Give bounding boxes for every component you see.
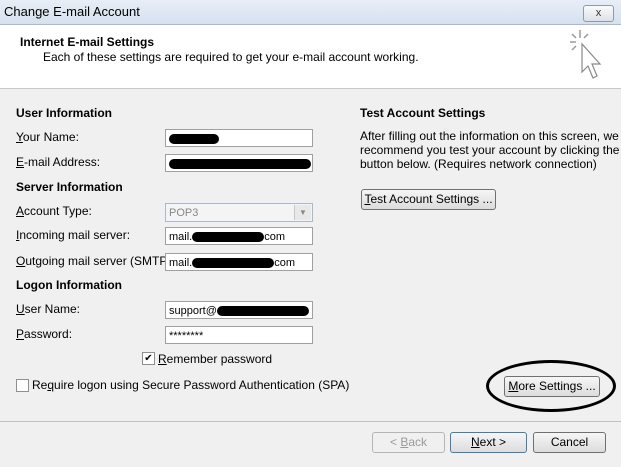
cancel-button[interactable]: Cancel (533, 432, 606, 453)
header-title: Internet E-mail Settings (20, 35, 155, 49)
server-info-heading: Server Information (16, 180, 123, 194)
footer-divider (0, 421, 621, 422)
test-account-settings-button[interactable]: Test Account Settings ... (361, 189, 496, 210)
password-label: Password: (16, 327, 73, 341)
title-bar: Change E-mail Account x (0, 0, 621, 25)
outgoing-server-label: Outgoing mail server (SMTP): (16, 254, 175, 268)
username-label: User Name: (16, 302, 81, 316)
test-settings-heading: Test Account Settings (360, 106, 486, 120)
username-field[interactable]: support@ (165, 301, 313, 319)
header-subtitle: Each of these settings are required to g… (43, 50, 419, 64)
window-title: Change E-mail Account (4, 4, 140, 19)
redaction-mark (169, 134, 219, 145)
header-panel: Internet E-mail Settings Each of these s… (0, 25, 621, 89)
close-button[interactable]: x (583, 5, 614, 22)
redaction-mark (216, 306, 309, 317)
redaction-mark (192, 232, 265, 243)
remember-password-checkbox[interactable]: ✔ (142, 352, 155, 365)
outgoing-server-field[interactable]: mail. com (165, 253, 313, 271)
account-type-label: Account Type: (16, 204, 92, 218)
password-field[interactable]: ******** (165, 326, 313, 344)
redaction-mark (169, 159, 311, 170)
next-button[interactable]: Next > (450, 432, 527, 453)
highlight-oval (486, 360, 616, 412)
cursor-sparkle-icon (570, 30, 602, 79)
user-info-heading: User Information (16, 106, 113, 120)
spa-label: Require logon using Secure Password Auth… (32, 378, 350, 392)
account-type-value: POP3 (169, 207, 199, 219)
your-name-label: Your Name: (16, 130, 79, 144)
chevron-down-icon: ▼ (294, 205, 311, 220)
incoming-server-field[interactable]: mail. com (165, 227, 313, 245)
back-button[interactable]: < Back (372, 432, 445, 453)
email-field[interactable] (165, 154, 313, 172)
incoming-server-label: Incoming mail server: (16, 228, 131, 242)
logon-info-heading: Logon Information (16, 278, 122, 292)
email-label: E-mail Address: (16, 155, 101, 169)
your-name-field[interactable] (165, 129, 313, 147)
close-icon: x (595, 7, 602, 19)
spa-checkbox[interactable] (16, 379, 29, 392)
test-settings-description: After filling out the information on thi… (360, 129, 620, 171)
redaction-mark (192, 258, 275, 269)
remember-password-label: Remember password (158, 352, 273, 366)
checkmark-icon: ✔ (144, 353, 153, 364)
account-type-select: POP3 ▼ (165, 203, 313, 222)
